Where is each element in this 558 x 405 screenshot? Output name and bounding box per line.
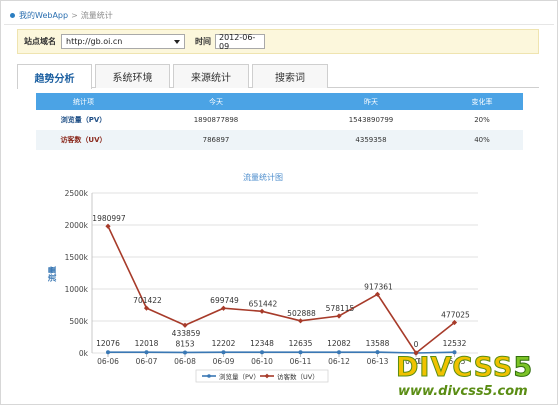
table-cell: 4359358 <box>301 130 441 150</box>
breadcrumb-current: 流量统计 <box>80 10 113 20</box>
tab-bar: 趋势分析 系统环境 来源统计 搜索词 <box>17 64 539 89</box>
table-cell: 1890877898 <box>131 110 301 130</box>
tab-source[interactable]: 来源统计 <box>173 64 249 88</box>
date-input-value: 2012-06-09 <box>219 32 256 51</box>
table-row: 访客数（UV） 786897 4359358 40% <box>36 130 523 150</box>
domain-label: 站点域名 <box>24 37 56 46</box>
table-header: 今天 <box>131 93 301 110</box>
table-cell: 访客数（UV） <box>36 130 131 150</box>
table-cell: 1543890799 <box>301 110 441 130</box>
table-cell: 786897 <box>131 130 301 150</box>
table-cell: 40% <box>441 130 523 150</box>
table-cell: 浏览量（PV） <box>36 110 131 130</box>
watermark-logo: DIVCSS5 <box>395 352 534 383</box>
table-header: 统计项 <box>36 93 131 110</box>
breadcrumb-home-link[interactable]: 我的WebApp <box>19 10 68 21</box>
watermark-url: www.divcss5.com <box>398 384 528 399</box>
header-divider <box>4 24 554 25</box>
date-label: 时间 <box>195 37 211 46</box>
domain-select-value: http://gb.oi.cn <box>66 37 123 46</box>
table-row: 浏览量（PV） 1890877898 1543890799 20% <box>36 110 523 130</box>
table-header: 变化率 <box>441 93 523 110</box>
watermark-brand: DIVCSS <box>395 352 514 383</box>
table-cell: 20% <box>441 110 523 130</box>
tab-trend[interactable]: 趋势分析 <box>17 64 92 89</box>
breadcrumb: 我的WebApp > 流量统计 <box>10 9 113 21</box>
tab-system[interactable]: 系统环境 <box>95 64 170 88</box>
breadcrumb-separator: > <box>71 10 78 20</box>
tab-keywords[interactable]: 搜索词 <box>252 64 328 88</box>
date-input[interactable]: 2012-06-09 <box>215 32 265 51</box>
app-frame <box>0 0 558 405</box>
stats-table: 统计项 今天 昨天 变化率 浏览量（PV） 1890877898 1543890… <box>36 93 523 150</box>
table-header: 昨天 <box>301 93 441 110</box>
chevron-down-icon <box>174 39 180 44</box>
domain-select[interactable]: http://gb.oi.cn <box>61 34 185 49</box>
filter-bar: 站点域名 http://gb.oi.cn 时间 2012-06-09 <box>17 29 539 54</box>
table-header-row: 统计项 今天 昨天 变化率 <box>36 93 523 110</box>
bullet-icon <box>10 12 15 18</box>
watermark-digit: 5 <box>513 352 534 383</box>
